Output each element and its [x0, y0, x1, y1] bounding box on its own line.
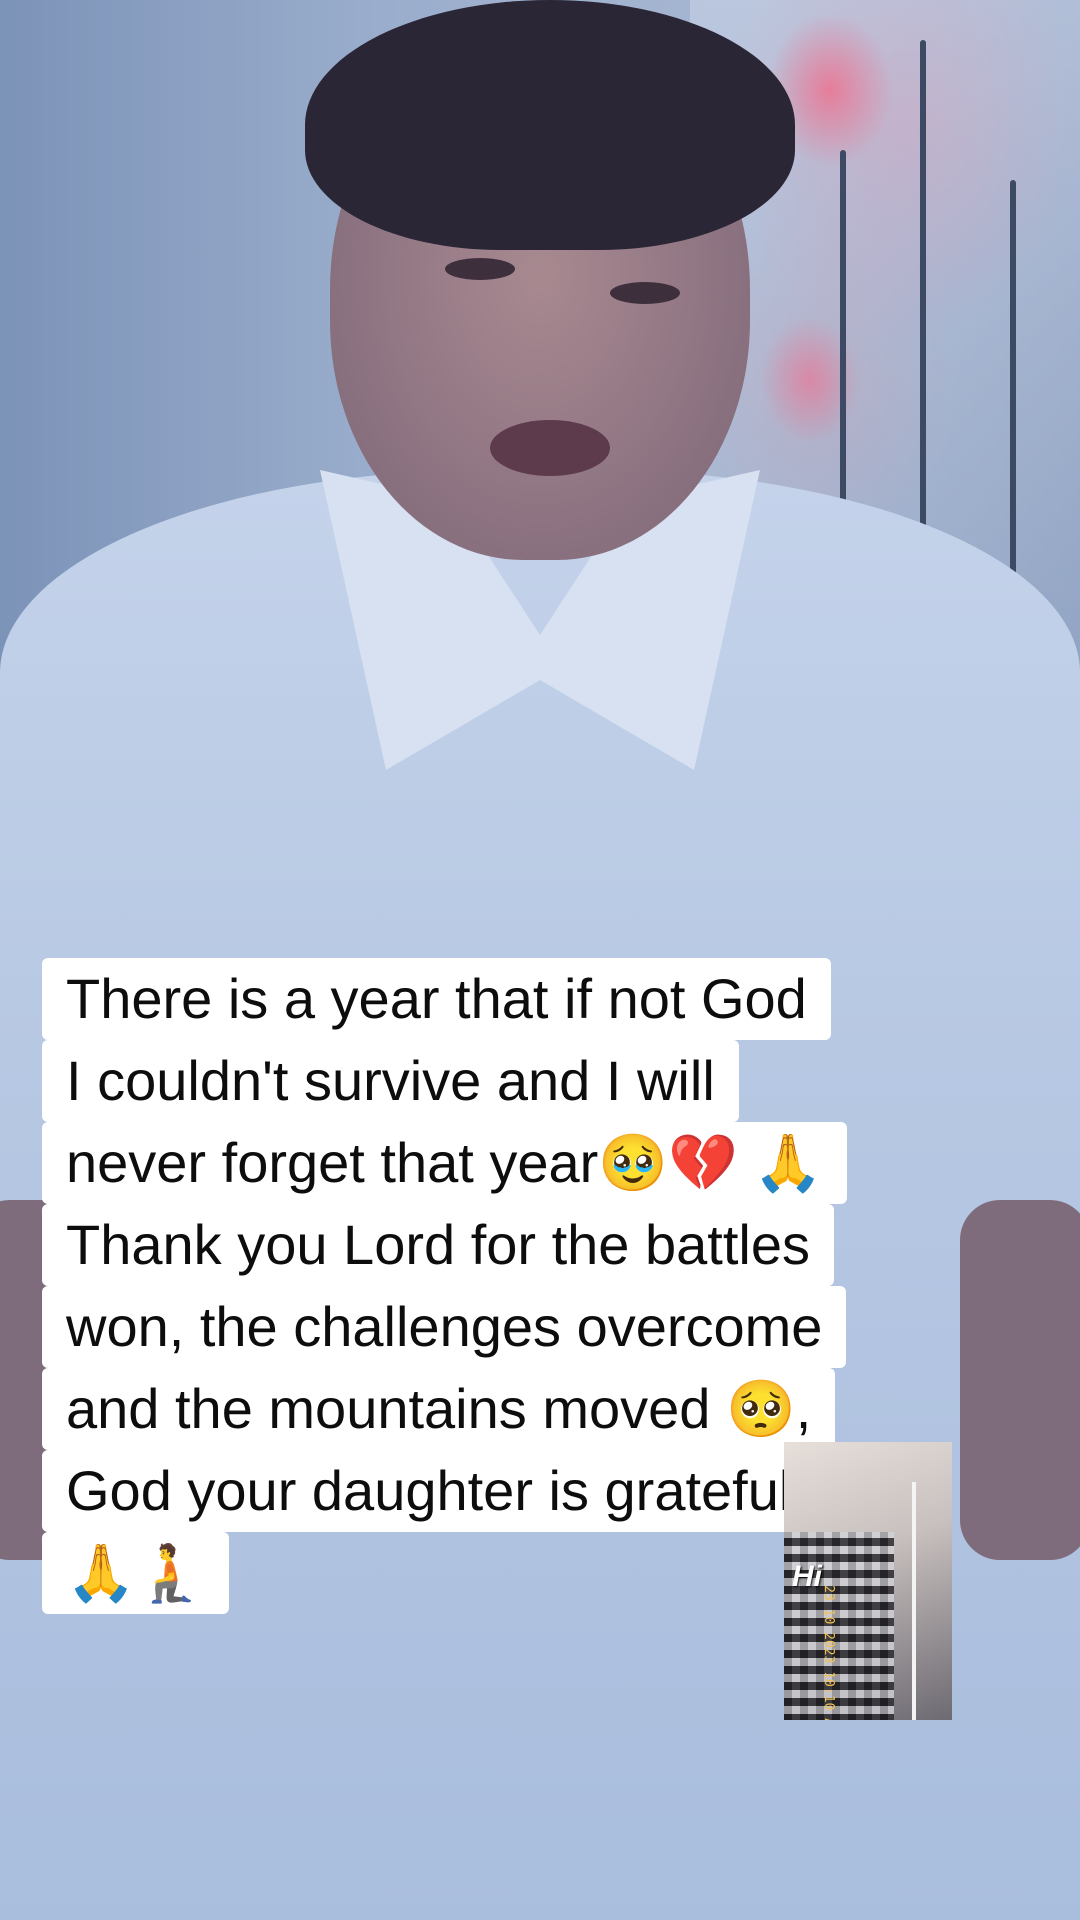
caption-line: and the mountains moved 🥺, — [42, 1368, 836, 1450]
caption-line: Thank you Lord for the battles — [42, 1204, 834, 1286]
iv-tube — [912, 1482, 916, 1720]
right-eye — [610, 282, 680, 304]
caption-line: I couldn't survive and I will — [42, 1040, 739, 1122]
camera-app-logo: Hi — [792, 1560, 822, 1593]
person-hair — [305, 0, 795, 250]
left-eye — [445, 258, 515, 280]
caption-line: There is a year that if not God — [42, 958, 831, 1040]
caption-line: won, the challenges overcome — [42, 1286, 847, 1368]
caption-line: 🙏🧎 — [42, 1532, 230, 1614]
lips — [490, 420, 610, 476]
photo-timestamp: 23 10 2023 10:10 AM — [820, 1585, 836, 1720]
right-arm — [960, 1200, 1080, 1560]
inset-hospital-photo: Hi 23 10 2023 10:10 AM — [784, 1442, 952, 1720]
caption-line: never forget that year🥹💔 🙏 — [42, 1122, 848, 1204]
caption-line: God your daughter is grateful — [42, 1450, 816, 1532]
